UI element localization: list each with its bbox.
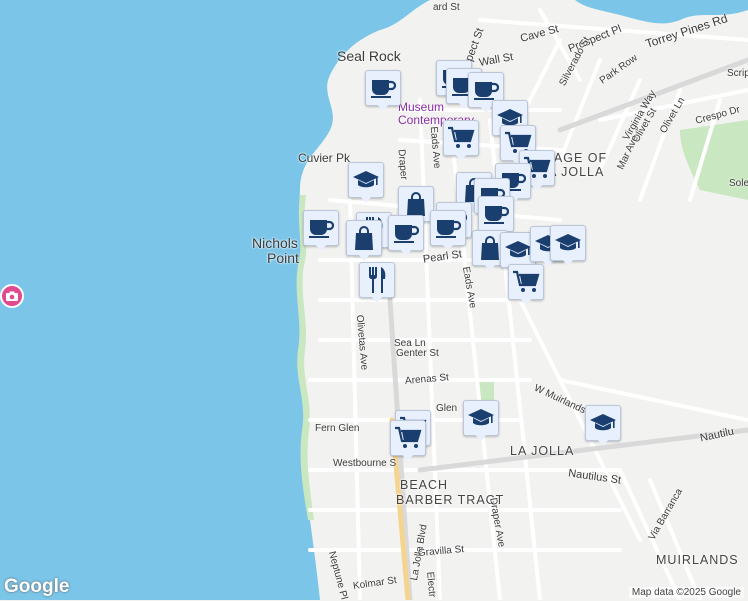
marker-tip xyxy=(359,195,373,203)
graduation-cap-icon xyxy=(550,225,586,261)
place-label-line: Nichols xyxy=(252,235,298,251)
marker-tip xyxy=(401,453,415,461)
marker-tip xyxy=(357,253,371,261)
coffee-cup-icon xyxy=(365,70,401,106)
street-label: Electr xyxy=(424,571,438,598)
street-label: Fern Glen xyxy=(315,423,360,434)
marker-tip xyxy=(479,105,493,113)
camera-glyph xyxy=(6,291,18,301)
coffee-cup-icon xyxy=(430,210,466,246)
marker-tip xyxy=(596,438,610,446)
coffee-cup-marker[interactable] xyxy=(365,70,401,114)
graduation-cap-icon xyxy=(463,400,499,436)
street-label: Westbourne S xyxy=(333,458,397,469)
place-label-nicholson-point: Nichols Point xyxy=(252,236,299,266)
coffee-cup-marker[interactable] xyxy=(303,210,339,254)
shopping-cart-marker[interactable] xyxy=(390,420,426,464)
graduation-cap-marker[interactable] xyxy=(348,162,384,206)
place-label-cuvier-pk: Cuvier Pk xyxy=(298,151,351,165)
marker-tip xyxy=(519,297,533,305)
coffee-cup-marker[interactable] xyxy=(388,215,424,259)
marker-tip xyxy=(314,243,328,251)
utensils-icon xyxy=(359,262,395,298)
shopping-bag-marker[interactable] xyxy=(346,220,382,264)
shopping-bag-icon xyxy=(346,220,382,256)
marker-tip xyxy=(530,183,544,191)
graduation-cap-icon xyxy=(348,162,384,198)
coffee-cup-icon xyxy=(478,196,514,232)
coffee-cup-icon xyxy=(388,215,424,251)
marker-tip xyxy=(376,103,390,111)
street-label: ard St xyxy=(433,2,460,13)
place-label-la-jolla: LA JOLLA xyxy=(510,444,575,458)
graduation-cap-marker[interactable] xyxy=(463,400,499,444)
camera-icon[interactable] xyxy=(0,284,24,308)
google-logo: Google xyxy=(4,576,70,597)
street-label: Draper xyxy=(395,148,410,181)
marker-tip xyxy=(399,248,413,256)
place-label-line: BEACH xyxy=(400,478,449,492)
shopping-cart-icon xyxy=(443,120,479,156)
marker-tip xyxy=(441,243,455,251)
graduation-cap-icon xyxy=(585,405,621,441)
street-label: Glen xyxy=(436,403,458,414)
marker-tip xyxy=(483,263,497,271)
shopping-cart-icon xyxy=(508,264,544,300)
street-label: Sole xyxy=(729,178,748,189)
shopping-cart-marker[interactable] xyxy=(443,120,479,164)
marker-tip xyxy=(454,153,468,161)
street-label: Genter St xyxy=(396,348,439,359)
marker-tip xyxy=(370,295,384,303)
place-label-line: Point xyxy=(267,250,299,266)
utensils-marker[interactable] xyxy=(359,262,395,306)
shopping-cart-icon xyxy=(390,420,426,456)
marker-tip xyxy=(474,433,488,441)
map-attribution[interactable]: Map data ©2025 Google xyxy=(628,587,744,598)
place-label-seal-rock: Seal Rock xyxy=(337,48,401,64)
marker-tip xyxy=(561,258,575,266)
coffee-cup-icon xyxy=(303,210,339,246)
place-label-line: A JOLLA xyxy=(548,165,605,179)
coffee-cup-marker[interactable] xyxy=(430,210,466,254)
graduation-cap-marker[interactable] xyxy=(550,225,586,269)
graduation-cap-marker[interactable] xyxy=(585,405,621,449)
place-label-muirlands: MUIRLANDS xyxy=(656,553,739,567)
street-label: Scripps xyxy=(727,68,748,79)
shopping-cart-marker[interactable] xyxy=(508,264,544,308)
